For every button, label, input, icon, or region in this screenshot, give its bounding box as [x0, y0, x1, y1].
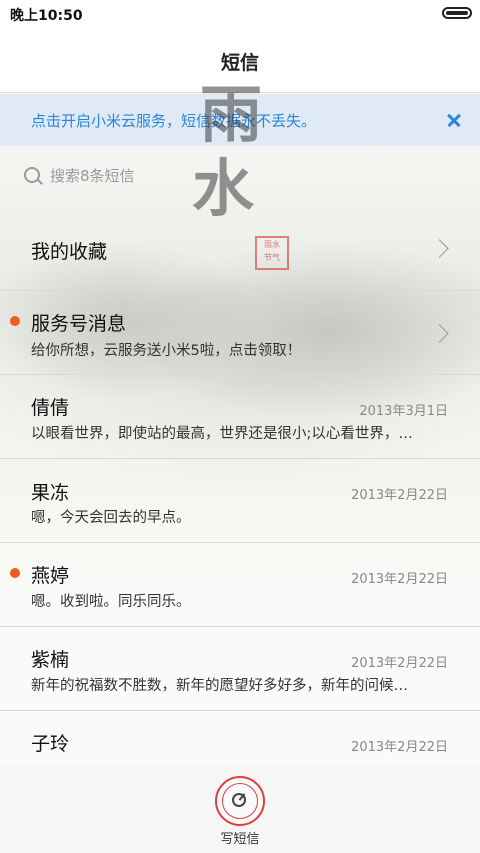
conversation-row[interactable]: 果冻 2013年2月22日 嗯，今天会回去的早点。 — [0, 459, 480, 543]
contact-name: 子玲 — [31, 733, 70, 755]
conversation-row[interactable]: 紫楠 2013年2月22日 新年的祝福数不胜数，新年的愿望好多好多，新年的问候… — [0, 627, 480, 711]
compose-label[interactable]: 写短信 — [0, 828, 480, 847]
status-bar: 晚上10:50 — [0, 0, 480, 28]
conversation-row[interactable]: 倩倩 2013年3月1日 以眼看世界，即使站的最高，世界还是很小;以心看世界，… — [0, 375, 480, 459]
chevron-right-icon — [430, 239, 449, 258]
conversation-row[interactable]: 燕婷 2013年2月22日 嗯。收到啦。同乐同乐。 — [0, 543, 480, 627]
battery-icon — [442, 7, 472, 19]
unread-dot — [10, 316, 20, 326]
favorites-title: 我的收藏 — [31, 241, 108, 263]
message-date: 2013年2月22日 — [351, 656, 448, 671]
message-preview: 新年的祝福数不胜数，新年的愿望好多好多，新年的问候… — [31, 678, 408, 694]
background-calligraphy-bottom: 水 — [192, 152, 255, 225]
message-date: 2013年2月22日 — [351, 740, 448, 755]
pen-icon — [232, 793, 246, 807]
compose-button[interactable] — [215, 776, 265, 826]
page-title: 短信 — [220, 52, 259, 74]
message-date: 2013年2月22日 — [351, 572, 448, 587]
background-calligraphy-top: 雨 — [200, 78, 263, 151]
service-subtitle: 给你所想，云服务送小米5啦，点击领取！ — [31, 343, 302, 359]
compose-ring — [222, 783, 258, 819]
message-preview: 嗯，今天会回去的早点。 — [31, 510, 191, 526]
red-seal-stamp: 雨水 节气 — [255, 236, 289, 270]
bottom-toolbar: 写短信 — [0, 766, 480, 853]
unread-dot — [10, 568, 20, 578]
service-messages-row[interactable]: 服务号消息 给你所想，云服务送小米5啦，点击领取！ — [0, 291, 480, 375]
message-preview: 嗯。收到啦。同乐同乐。 — [31, 594, 191, 610]
contact-name: 紫楠 — [31, 649, 70, 671]
message-preview: 以眼看世界，即使站的最高，世界还是很小;以心看世界，… — [31, 426, 413, 442]
status-time: 晚上10:50 — [10, 8, 83, 24]
contact-name: 倩倩 — [31, 397, 70, 419]
close-icon[interactable] — [440, 106, 468, 134]
message-date: 2013年3月1日 — [359, 404, 448, 419]
search-icon — [24, 167, 40, 183]
message-date: 2013年2月22日 — [351, 488, 448, 503]
contact-name: 果冻 — [31, 482, 70, 504]
contact-name: 燕婷 — [31, 565, 70, 587]
banner-text[interactable]: 点击开启小米云服务，短信数据永不丢失。 — [31, 110, 316, 131]
service-title: 服务号消息 — [31, 313, 127, 335]
